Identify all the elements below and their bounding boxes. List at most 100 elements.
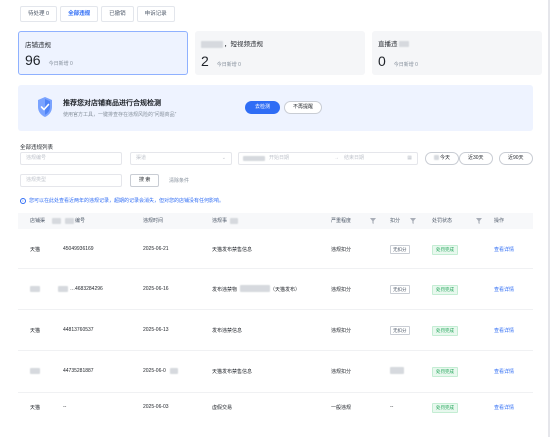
- card-title: 店铺违规: [25, 42, 51, 49]
- search-button[interactable]: 搜 索: [130, 174, 160, 187]
- cell-content: 发布违禁物: [212, 287, 238, 293]
- tab-pending[interactable]: 待处理 0: [20, 6, 58, 22]
- violation-number-input[interactable]: 违规编号: [20, 152, 122, 165]
- platform-placeholder: 渠道: [136, 155, 147, 161]
- cell-content: 天猫发布禁售信息: [212, 369, 253, 375]
- header-status: 处罚状态: [432, 218, 453, 224]
- calendar-icon: ▦: [407, 155, 412, 161]
- tab-appeal-records[interactable]: 申诉记录: [136, 6, 175, 22]
- card-title: 直播违: [378, 41, 398, 48]
- start-date-placeholder: 开始日期: [269, 155, 290, 161]
- redacted-block: [230, 218, 238, 224]
- cell-penalty: 无扣分: [390, 326, 410, 335]
- cell-channel: 天猫: [30, 247, 41, 253]
- cell-number: --: [63, 404, 67, 410]
- info-note: i 您可以在此处查看近两年的违规记录，超期的记录会消失，但对您的店铺没有任何影响。: [20, 197, 224, 204]
- redacted-block: [65, 218, 74, 224]
- info-note-text: 您可以在此处查看近两年的违规记录，超期的记录会消失，但对您的店铺没有任何影响。: [29, 198, 225, 204]
- cell-time: 2025-06-0: [143, 368, 166, 374]
- today-button[interactable]: 今天: [425, 152, 460, 165]
- banner-description: 使用官方工具，一键排查存在违规风险的“问题商品”: [63, 112, 177, 118]
- table-header: 店铺渠 编号 违规时间 违规事 严重程度 扣分 处罚状态 操作: [18, 213, 533, 229]
- redacted-block: [58, 286, 68, 292]
- cell-time: 2025-06-16: [143, 286, 169, 292]
- violation-number-placeholder: 违规编号: [26, 155, 47, 161]
- view-details-link[interactable]: 查看详情: [494, 327, 514, 334]
- cell-channel: 天猫: [30, 328, 41, 334]
- chevron-down-icon: ⌄: [221, 155, 226, 161]
- header-content: 违规事: [212, 218, 228, 224]
- header-penalty: 扣分: [390, 218, 401, 224]
- redacted-block: [390, 367, 404, 374]
- last-90-days-button[interactable]: 近90天: [499, 152, 533, 165]
- date-range-picker[interactable]: 开始日期 → 结束日期 ▦: [238, 152, 418, 165]
- cell-content-extra: （天猫发布）: [270, 287, 301, 293]
- summary-cards: 店铺违规 96 今日新增 0 ，短视频违规 2 今日新增 0 直播违 0 今日新…: [18, 31, 542, 75]
- card-today: 今日新增 0: [393, 62, 418, 68]
- table-row: 44735281887 2025-06-0 天猫发布禁售信息 违规扣分 处罚完成…: [18, 351, 533, 393]
- header-action: 操作: [494, 218, 505, 224]
- cell-content: 天猫发布禁售信息: [212, 247, 253, 253]
- redacted-block: [201, 40, 223, 48]
- redacted-block: [398, 41, 409, 48]
- tab-all-violations[interactable]: 全部违规: [60, 6, 99, 22]
- cell-number: 44813760537: [63, 327, 94, 333]
- filter-icon[interactable]: [476, 218, 482, 224]
- cell-content: 发布违禁信息: [212, 328, 243, 334]
- table-row: 天猫 45049936169 2025-06-21 天猫发布禁售信息 违规扣分 …: [18, 229, 533, 269]
- redacted-block: [170, 368, 178, 374]
- cell-severity: 违规扣分: [331, 247, 352, 253]
- redacted-block: [30, 368, 40, 374]
- filter-icon[interactable]: [370, 218, 376, 224]
- status-badge: 处罚完成: [432, 403, 458, 413]
- view-details-link[interactable]: 查看详情: [494, 368, 514, 375]
- status-badge: 处罚完成: [432, 245, 458, 255]
- redacted-block: [434, 155, 439, 161]
- card-live-violations[interactable]: 直播违 0 今日新增 0: [372, 31, 542, 75]
- view-details-link[interactable]: 查看详情: [494, 286, 514, 293]
- cell-time: 2025-06-13: [143, 327, 169, 333]
- card-count: 0: [378, 53, 386, 69]
- detect-button[interactable]: 去检测: [245, 101, 281, 114]
- dismiss-button[interactable]: 不再提醒: [284, 101, 323, 114]
- redacted-block: [52, 218, 61, 224]
- section-title: 全部违规列表: [20, 145, 54, 151]
- clear-filters-link[interactable]: 清除条件: [169, 177, 189, 184]
- cell-penalty: --: [390, 404, 394, 410]
- shield-icon: [38, 97, 52, 117]
- card-count: 96: [25, 52, 41, 68]
- view-details-link[interactable]: 查看详情: [494, 404, 514, 411]
- cell-severity: 违规扣分: [331, 328, 352, 334]
- cell-severity: 违规扣分: [331, 369, 352, 375]
- table-row: 天猫 -- 2025-06-03 虚假交易 一般违规 -- 处罚完成 查看详情: [18, 393, 533, 423]
- cell-content: 虚假交易: [212, 405, 233, 411]
- card-video-violations[interactable]: ，短视频违规 2 今日新增 0: [195, 31, 365, 75]
- violation-type-input[interactable]: 违规类型: [20, 174, 122, 187]
- card-count: 2: [201, 53, 209, 69]
- last-30-days-button[interactable]: 近30天: [459, 152, 493, 165]
- banner-title: 推荐您对店铺商品进行合规检测: [63, 100, 161, 107]
- card-store-violations[interactable]: 店铺违规 96 今日新增 0: [18, 31, 188, 75]
- cell-penalty: 无扣分: [390, 245, 410, 254]
- redacted-block: [30, 286, 40, 292]
- header-time: 违规时间: [143, 218, 164, 224]
- cell-number: 44735281887: [63, 368, 94, 374]
- table-row: …4683284296 2025-06-16 发布违禁物 （天猫发布） 违规扣分…: [18, 269, 533, 310]
- tab-revoked[interactable]: 已撤销: [101, 6, 134, 22]
- platform-select[interactable]: 渠道 ⌄: [130, 152, 232, 165]
- cell-number: 45049936169: [63, 246, 94, 252]
- redacted-block: [240, 285, 270, 292]
- info-icon: i: [20, 197, 26, 204]
- card-today: 今日新增 0: [216, 62, 241, 68]
- card-title: ，短视频违规: [224, 41, 263, 48]
- cell-number: …4683284296: [70, 286, 103, 292]
- cell-severity: 一般违规: [331, 405, 352, 411]
- cell-severity: 违规扣分: [331, 287, 352, 293]
- cell-time: 2025-06-03: [143, 404, 169, 410]
- card-today: 今日新增 0: [48, 61, 73, 67]
- cell-time: 2025-06-21: [143, 246, 169, 252]
- filter-icon[interactable]: [410, 218, 416, 224]
- status-badge: 处罚完成: [432, 367, 458, 377]
- tab-bar: 待处理 0 全部违规 已撤销 申诉记录: [20, 6, 175, 22]
- view-details-link[interactable]: 查看详情: [494, 246, 514, 253]
